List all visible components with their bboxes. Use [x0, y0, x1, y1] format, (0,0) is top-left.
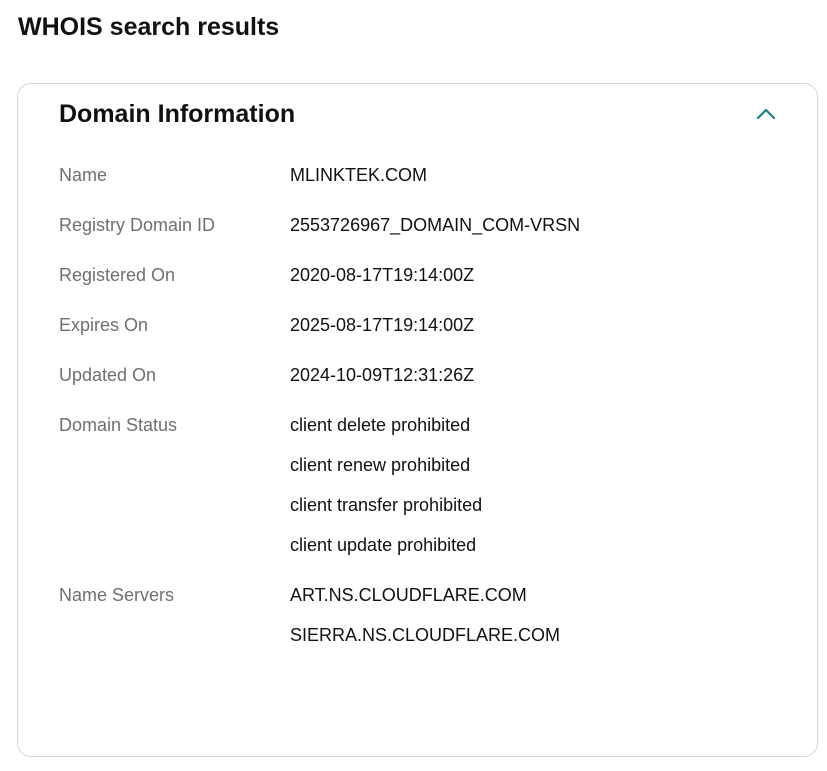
field-value: 2024-10-09T12:31:26Z — [290, 365, 475, 385]
card-title: Domain Information — [59, 100, 296, 128]
chevron-up-icon-svg — [756, 108, 776, 120]
field-values: 2020-08-17T19:14:00Z — [290, 260, 797, 290]
field-values: client delete prohibited client renew pr… — [290, 410, 797, 560]
field-label: Updated On — [59, 365, 157, 385]
field-expires-on: Expires On 2025-08-17T19:14:00Z — [59, 310, 797, 340]
domain-information-header[interactable]: Domain Information — [59, 96, 777, 132]
field-value: 2553726967_DOMAIN_COM-VRSN — [290, 215, 581, 235]
field-registered-on: Registered On 2020-08-17T19:14:00Z — [59, 260, 797, 290]
domain-information-card: Domain Information Name MLINKTEK.COM Reg… — [17, 83, 818, 757]
chevron-up-icon[interactable] — [755, 103, 777, 125]
field-values: ART.NS.CLOUDFLARE.COM SIERRA.NS.CLOUDFLA… — [290, 580, 797, 650]
field-label: Registry Domain ID — [59, 215, 216, 235]
field-label: Expires On — [59, 315, 149, 335]
field-value: client transfer prohibited — [290, 495, 483, 515]
field-value: 2020-08-17T19:14:00Z — [290, 265, 475, 285]
field-registry-domain-id: Registry Domain ID 2553726967_DOMAIN_COM… — [59, 210, 797, 240]
field-label: Name — [59, 165, 108, 185]
page-title: WHOIS search results — [18, 13, 280, 41]
field-label: Domain Status — [59, 415, 178, 435]
field-values: 2024-10-09T12:31:26Z — [290, 360, 797, 390]
field-values: MLINKTEK.COM — [290, 160, 797, 190]
field-values: 2553726967_DOMAIN_COM-VRSN — [290, 210, 797, 240]
field-value: client renew prohibited — [290, 455, 471, 475]
field-value: client delete prohibited — [290, 415, 471, 435]
field-label: Registered On — [59, 265, 176, 285]
field-value: ART.NS.CLOUDFLARE.COM — [290, 585, 527, 605]
field-name: Name MLINKTEK.COM — [59, 160, 797, 190]
field-updated-on: Updated On 2024-10-09T12:31:26Z — [59, 360, 797, 390]
field-value: 2025-08-17T19:14:00Z — [290, 315, 475, 335]
field-label: Name Servers — [59, 585, 175, 605]
domain-fields: Name MLINKTEK.COM Registry Domain ID 255… — [59, 160, 797, 670]
field-value: SIERRA.NS.CLOUDFLARE.COM — [290, 625, 561, 645]
field-name-servers: Name Servers ART.NS.CLOUDFLARE.COM SIERR… — [59, 580, 797, 650]
field-value: MLINKTEK.COM — [290, 165, 428, 185]
field-domain-status: Domain Status client delete prohibited c… — [59, 410, 797, 560]
field-value: client update prohibited — [290, 535, 477, 555]
field-values: 2025-08-17T19:14:00Z — [290, 310, 797, 340]
